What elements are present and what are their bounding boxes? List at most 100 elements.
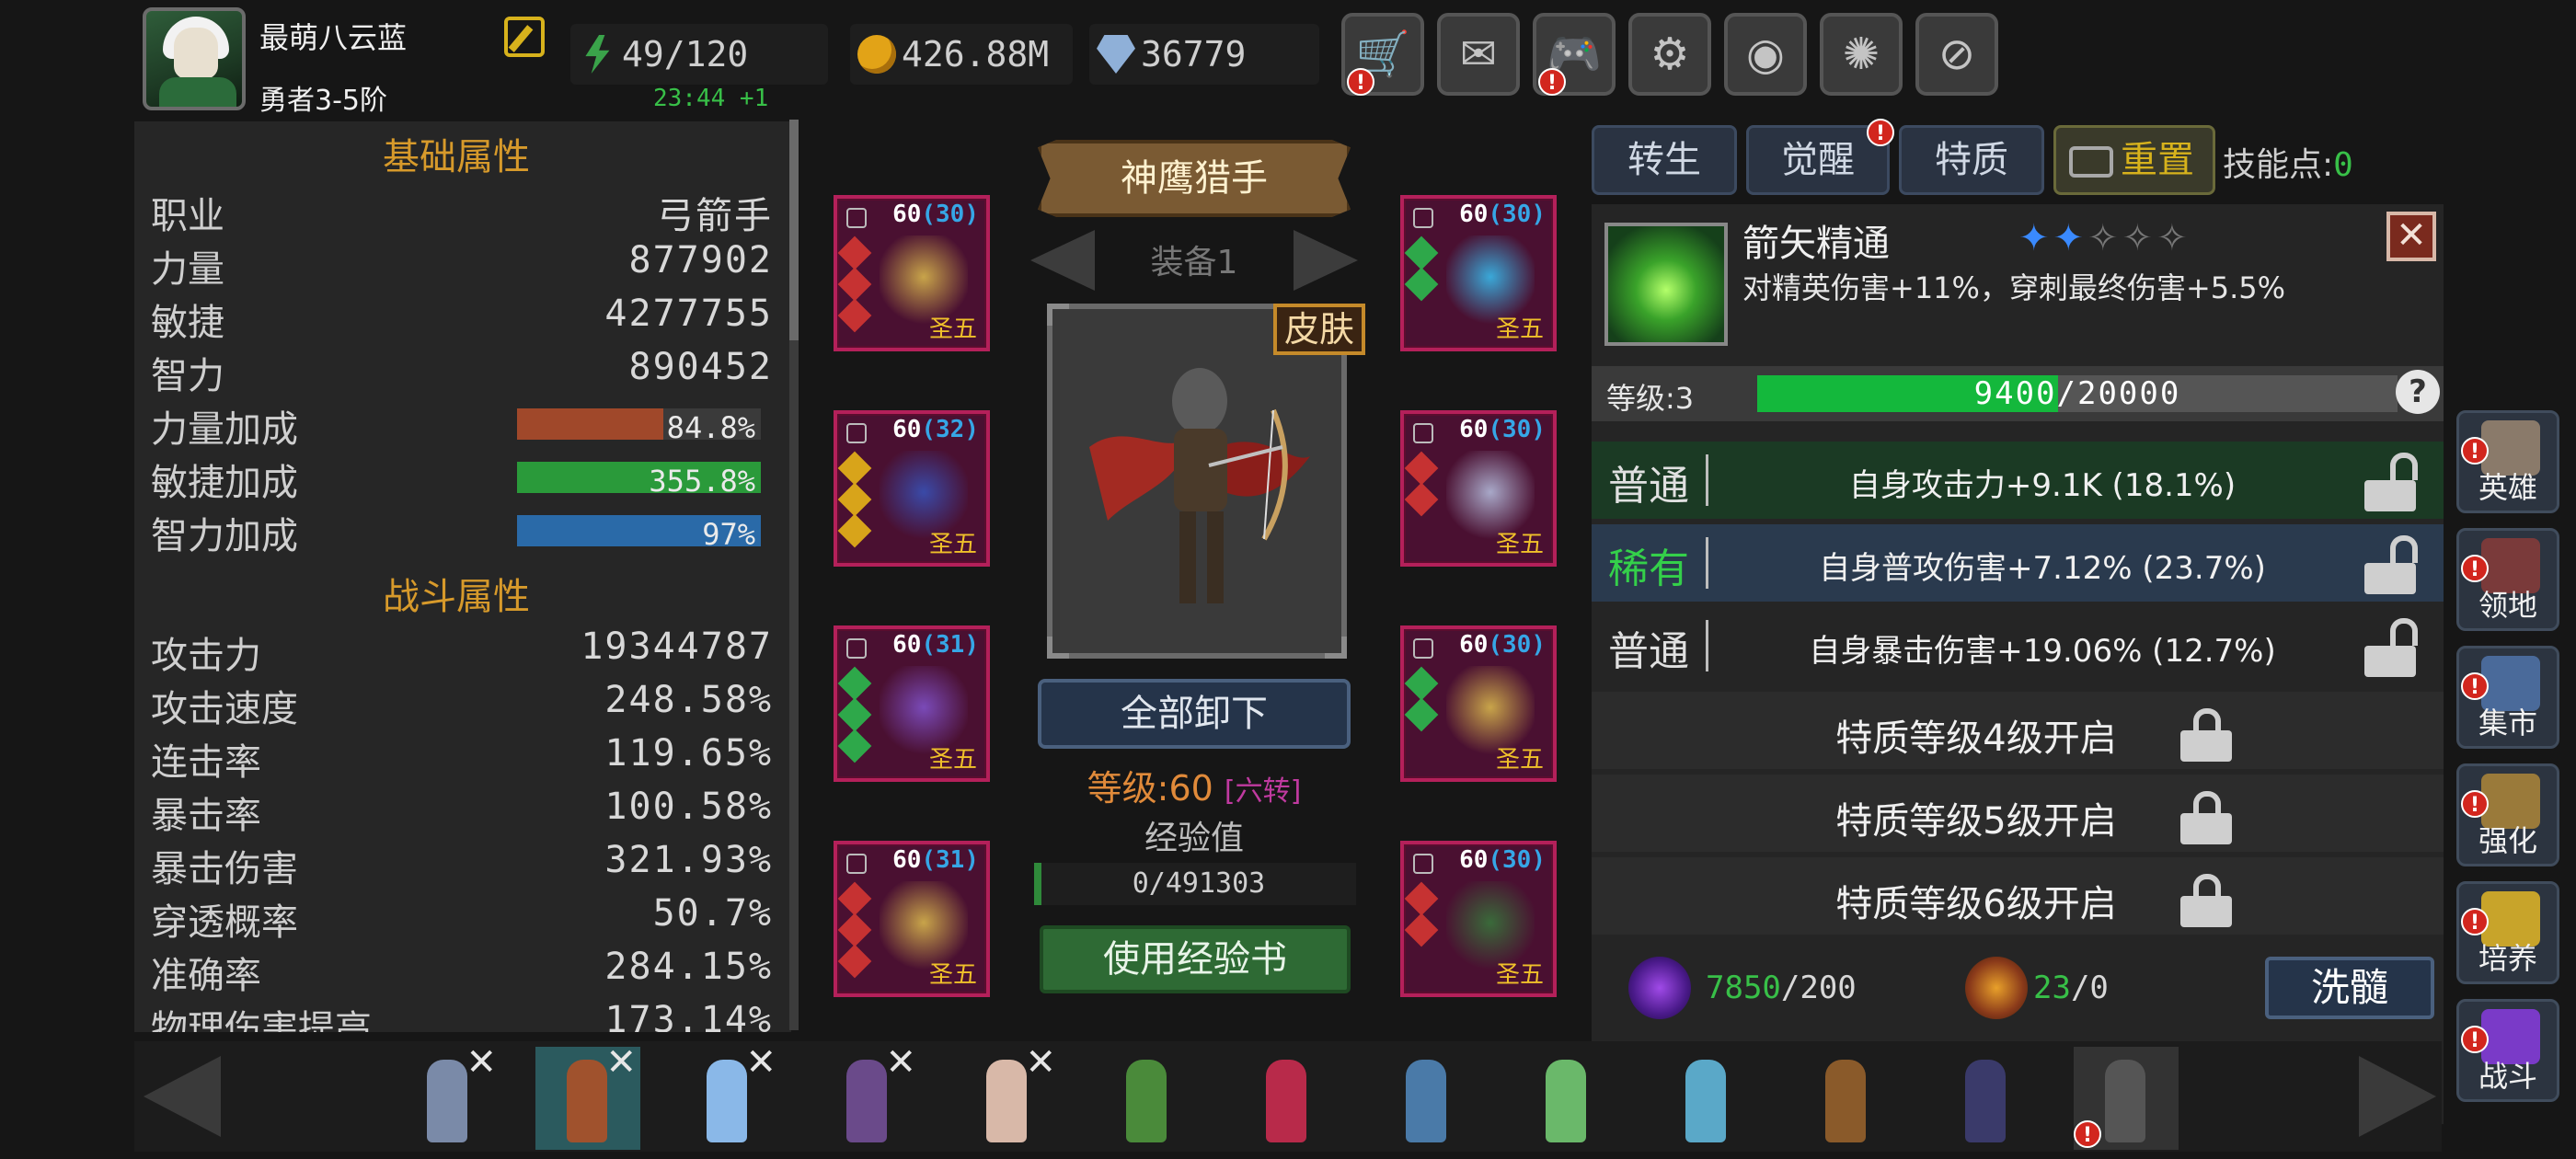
skill-points: 技能点:0 [2223, 146, 2353, 184]
attribute-panel[interactable]: 基础属性 职业 弓箭手 力量 877902 敏捷 4277755 智力 8904… [134, 121, 791, 1032]
tab-trait[interactable]: 特质 [1899, 125, 2044, 195]
settings-button[interactable]: ⚙ [1628, 13, 1711, 96]
trait-row[interactable]: 普通 自身暴击伤害+19.06% (12.7%) [1592, 607, 2444, 684]
mail-button[interactable]: ✉ [1437, 13, 1520, 96]
close-icon[interactable]: ✕ [745, 1041, 776, 1084]
shop-button[interactable]: 🛒! [1341, 13, 1424, 96]
side-menu-item[interactable]: 领地! [2456, 528, 2559, 631]
hero-slot[interactable] [1794, 1047, 1899, 1150]
side-menu-item[interactable]: 英雄! [2456, 410, 2559, 513]
padlock-icon [2180, 791, 2232, 844]
close-icon[interactable]: ✕ [605, 1041, 637, 1084]
hero-portrait [1266, 1060, 1306, 1142]
equip-slot-ring[interactable]: 60(30) 圣五 [1400, 625, 1557, 782]
disabled-button[interactable]: ⊘ [1915, 13, 1998, 96]
soul-counter: 23/0 [1965, 951, 2186, 1025]
close-icon[interactable]: ✕ [1025, 1041, 1056, 1084]
equip-level: 60(32) [892, 416, 979, 443]
hero-portrait [567, 1060, 607, 1142]
unequip-all-button[interactable]: 全部卸下 [1038, 679, 1351, 749]
skill-progress-bar: 9400/20000 [1757, 375, 2398, 412]
use-exp-book-button[interactable]: 使用经验书 [1040, 925, 1351, 993]
gem-socket-icon [837, 513, 872, 548]
hero-slot[interactable] [1654, 1047, 1759, 1150]
skill-description: 对精英伤害+11%，穿刺最终伤害+5.5% [1742, 270, 2286, 305]
stat-row-agility-bonus: 敏捷加成 355.8% [151, 453, 773, 506]
gem-counter: 36779 [1089, 24, 1319, 85]
side-menu-item[interactable]: 战斗! [2456, 999, 2559, 1102]
equip-grade: 圣五 [1495, 746, 1544, 774]
reset-button[interactable]: 重置 [2053, 125, 2215, 195]
locked-trait-row: 特质等级6级开启 [1592, 857, 2444, 935]
lock-icon [1413, 208, 1433, 228]
equip-level: 60(30) [1459, 846, 1546, 874]
equip-grade: 圣五 [928, 316, 977, 343]
equip-slot-boots[interactable]: 60(31) 圣五 [834, 841, 990, 997]
unlocked-padlock-icon[interactable] [2364, 535, 2418, 594]
side-menu-item[interactable]: 集市! [2456, 646, 2559, 749]
combat-stat-row: 暴击率 100.58% [151, 786, 773, 837]
stats-scrollbar[interactable] [789, 120, 799, 1030]
equip-slot-cloak[interactable]: 60(31) 圣五 [834, 625, 990, 782]
close-icon[interactable]: ✕ [466, 1041, 497, 1084]
hero-slot[interactable]: ✕ [955, 1041, 1060, 1150]
hero-portrait [1406, 1060, 1446, 1142]
hero-slot[interactable] [1374, 1047, 1479, 1150]
equip-grade: 圣五 [1495, 961, 1544, 989]
mail-icon: ✉ [1459, 29, 1498, 80]
energy-counter: 49/120 [570, 24, 828, 85]
lock-icon [846, 854, 867, 874]
padlock-icon [2180, 874, 2232, 927]
trait-rarity: 普通 [1608, 463, 1689, 510]
gem-socket-icon [1404, 235, 1439, 270]
equipment-set-selector: 装备1 [1030, 226, 1358, 294]
side-menu-item[interactable]: 培养! [2456, 881, 2559, 984]
equip-slot-bow[interactable]: 60(30) 圣五 [1400, 841, 1557, 997]
hero-slot[interactable]: ✕ [396, 1041, 500, 1150]
equip-slot-bracer[interactable]: 60(30) 圣五 [1400, 410, 1557, 567]
hero-slot[interactable] [1095, 1047, 1200, 1150]
hero-slot[interactable]: ✕ [675, 1041, 780, 1150]
tab-rebirth[interactable]: 转生 [1592, 125, 1737, 195]
close-icon[interactable]: ✕ [2386, 212, 2436, 261]
wash-button[interactable]: 洗髓 [2265, 957, 2434, 1019]
unlocked-padlock-icon[interactable] [2364, 618, 2418, 677]
trait-row[interactable]: 普通 自身攻击力+9.1K (18.1%) [1592, 442, 2444, 519]
hero-slot[interactable] [1934, 1047, 2039, 1150]
combat-stat-row: 连击率 119.65% [151, 732, 773, 784]
hero-slot[interactable]: ✕ [535, 1041, 640, 1150]
stat-row-agility: 敏捷 4277755 [151, 293, 773, 344]
strength-bonus-bar: 84.8% [517, 408, 761, 445]
equip-slot-helmet[interactable]: 60(30) 圣五 [834, 195, 990, 351]
gamepad-button[interactable]: 🎮! [1533, 13, 1616, 96]
tab-awaken[interactable]: 觉醒 ! [1746, 119, 1894, 195]
alert-badge: ! [2461, 1026, 2489, 1053]
player-avatar[interactable] [143, 7, 246, 110]
locked-hero-slot[interactable]: ! [2074, 1047, 2179, 1150]
gem-socket-icon [1404, 912, 1439, 947]
hero-slot[interactable] [1235, 1047, 1340, 1150]
help-icon[interactable]: ? [2396, 370, 2440, 414]
class-banner: 神鹰猎手 [1038, 140, 1351, 217]
exp-label: 经验值 [1144, 820, 1244, 857]
trait-row[interactable]: 稀有 自身普攻伤害+7.12% (23.7%) [1592, 524, 2444, 602]
close-icon[interactable]: ✕ [885, 1041, 916, 1084]
gallery-button[interactable]: ◉ [1724, 13, 1807, 96]
divider [1706, 620, 1708, 671]
lock-icon [1413, 638, 1433, 659]
gold-counter: 426.88M [850, 24, 1073, 85]
unlocked-padlock-icon[interactable] [2364, 453, 2418, 511]
fireworks-button[interactable]: ✺ [1820, 13, 1903, 96]
lock-icon [1413, 854, 1433, 874]
edit-name-icon[interactable] [504, 17, 545, 57]
side-menu-item[interactable]: 强化! [2456, 763, 2559, 866]
player-name: 最萌八云蓝 [259, 20, 408, 55]
skin-button[interactable]: 皮肤 [1273, 304, 1365, 355]
equip-grade: 圣五 [1495, 316, 1544, 343]
equip-slot-necklace[interactable]: 60(30) 圣五 [1400, 195, 1557, 351]
lock-icon [846, 208, 867, 228]
agility-bonus-bar: 355.8% [517, 462, 761, 499]
hero-slot[interactable]: ✕ [815, 1041, 920, 1150]
hero-slot[interactable] [1514, 1047, 1619, 1150]
equip-slot-armor[interactable]: 60(32) 圣五 [834, 410, 990, 567]
